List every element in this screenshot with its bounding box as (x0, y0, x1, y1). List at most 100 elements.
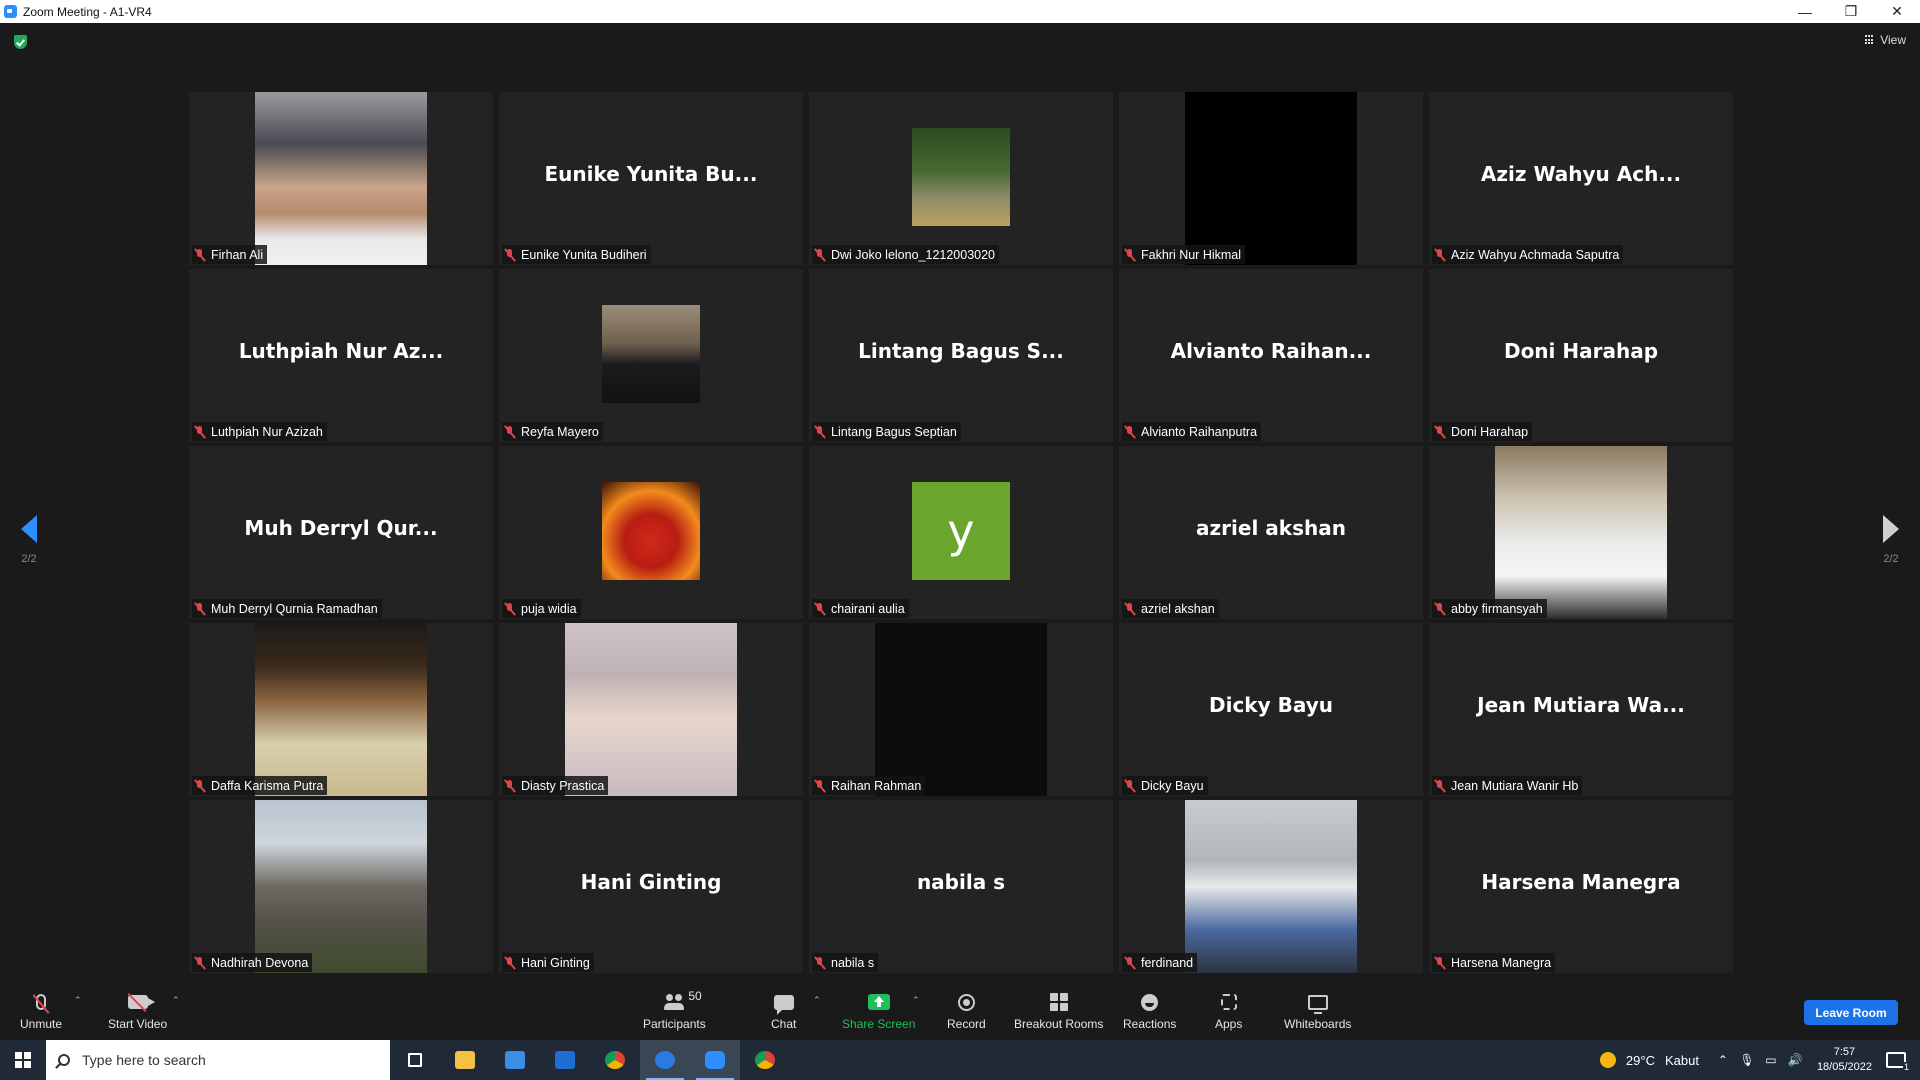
participant-tile[interactable]: Dwi Joko lelono_1212003020 (809, 92, 1113, 265)
participant-tile[interactable]: abby firmansyah (1429, 446, 1733, 619)
participant-name: Doni Harahap (1451, 424, 1529, 439)
apps-button[interactable]: Apps (1215, 991, 1242, 1031)
participant-tile[interactable]: Reyfa Mayero (499, 269, 803, 442)
participant-name: Lintang Bagus Septian (831, 424, 957, 439)
participant-name: Jean Mutiara Wanir Hb (1451, 778, 1579, 793)
participant-tile[interactable]: Daffa Karisma Putra (189, 623, 493, 796)
participant-tile[interactable]: puja widia (499, 446, 803, 619)
chevron-up-icon[interactable]: ⌃ (172, 995, 180, 1005)
participant-tile[interactable]: Diasty Prastica (499, 623, 803, 796)
store-icon (505, 1051, 525, 1069)
task-view-button[interactable] (390, 1040, 440, 1080)
shield-icon[interactable] (14, 35, 27, 49)
arrow-right-icon (1883, 515, 1899, 543)
microphone-muted-icon (194, 425, 205, 439)
participant-name: Eunike Yunita Budiheri (521, 247, 647, 262)
microphone-icon[interactable]: 🎙 (1739, 1053, 1754, 1067)
participant-display-name: azriel akshan (1196, 516, 1346, 540)
task-view-icon (408, 1053, 422, 1067)
record-button[interactable]: Record (947, 991, 986, 1031)
participant-avatar-letter: y (912, 482, 1010, 580)
participant-video (1185, 92, 1357, 265)
weather-description[interactable]: Kabut (1665, 1053, 1699, 1068)
participants-button[interactable]: 50 Participants (643, 989, 706, 1031)
participant-tile[interactable]: Fakhri Nur Hikmal (1119, 92, 1423, 265)
minimize-button[interactable]: — (1782, 0, 1828, 23)
view-label: View (1880, 33, 1906, 47)
taskbar-file-explorer[interactable] (440, 1040, 490, 1080)
volume-icon[interactable]: 🔊 (1787, 1053, 1802, 1067)
participant-tile[interactable]: Luthpiah Nur Az... Luthpiah Nur Azizah (189, 269, 493, 442)
chat-button[interactable]: Chat (771, 991, 796, 1031)
participant-name: Nadhirah Devona (211, 955, 309, 970)
participant-display-name: Eunike Yunita Bu... (544, 162, 758, 186)
notification-icon[interactable]: 1 (1886, 1052, 1910, 1072)
participant-name: Aziz Wahyu Achmada Saputra (1451, 247, 1620, 262)
microphone-muted-icon (504, 779, 515, 793)
participant-tile[interactable]: azriel akshan azriel akshan (1119, 446, 1423, 619)
participant-name-label: Reyfa Mayero (502, 422, 603, 441)
participant-name: Hani Ginting (521, 955, 590, 970)
participant-tile[interactable]: ferdinand (1119, 800, 1423, 973)
window-title: Zoom Meeting - A1-VR4 (23, 4, 152, 19)
taskbar-zoom[interactable] (690, 1040, 740, 1080)
share-screen-button[interactable]: Share Screen (842, 991, 915, 1031)
breakout-rooms-label: Breakout Rooms (1014, 1017, 1104, 1031)
microphone-muted-icon (1434, 602, 1445, 616)
start-video-label: Start Video (108, 1017, 168, 1031)
taskbar-teamviewer[interactable] (640, 1040, 690, 1080)
close-button[interactable]: ✕ (1874, 0, 1920, 23)
leave-room-button[interactable]: Leave Room (1804, 1000, 1898, 1025)
reactions-button[interactable]: Reactions (1123, 991, 1176, 1031)
start-button[interactable] (0, 1040, 46, 1080)
restore-button[interactable]: ❐ (1828, 0, 1874, 23)
participant-name: Muh Derryl Qurnia Ramadhan (211, 601, 378, 616)
whiteboards-button[interactable]: Whiteboards (1284, 991, 1351, 1031)
participant-tile[interactable]: Eunike Yunita Bu... Eunike Yunita Budiher… (499, 92, 803, 265)
start-video-button[interactable]: Start Video (108, 991, 167, 1031)
unmute-button[interactable]: Unmute (20, 991, 62, 1031)
taskbar-chrome-profile[interactable] (740, 1040, 790, 1080)
taskbar-store[interactable] (490, 1040, 540, 1080)
participant-tile[interactable]: Lintang Bagus S... Lintang Bagus Septian (809, 269, 1113, 442)
participant-name: Daffa Karisma Putra (211, 778, 324, 793)
taskbar-search-box[interactable]: Type here to search (46, 1040, 390, 1080)
chevron-up-icon[interactable]: ⌃ (1717, 1053, 1729, 1067)
participant-tile[interactable]: y chairani aulia (809, 446, 1113, 619)
participant-tile[interactable]: Doni Harahap Doni Harahap (1429, 269, 1733, 442)
participant-name: Dwi Joko lelono_1212003020 (831, 247, 996, 262)
participant-tile[interactable]: Raihan Rahman (809, 623, 1113, 796)
participant-tile[interactable]: Muh Derryl Qur... Muh Derryl Qurnia Ramad… (189, 446, 493, 619)
participant-tile[interactable]: Harsena Manegra Harsena Manegra (1429, 800, 1733, 973)
taskbar-clock[interactable]: 7:57 18/05/2022 (1817, 1045, 1872, 1075)
previous-page-button[interactable]: 2/2 (9, 515, 49, 565)
participant-avatar (602, 482, 700, 580)
breakout-rooms-button[interactable]: Breakout Rooms (1014, 991, 1103, 1031)
participant-tile[interactable]: Aziz Wahyu Ach... Aziz Wahyu Achmada Sapu… (1429, 92, 1733, 265)
participant-tile[interactable]: Hani Ginting Hani Ginting (499, 800, 803, 973)
participant-tile[interactable]: Nadhirah Devona (189, 800, 493, 973)
weather-temperature[interactable]: 29°C (1626, 1053, 1655, 1068)
participant-tile[interactable]: nabila s nabila s (809, 800, 1113, 973)
system-tray: 29°C Kabut ⌃ 🎙 ▭ 🔊 7:57 18/05/2022 1 (1599, 1040, 1920, 1080)
participants-label: Participants (643, 1017, 706, 1031)
clock-time: 7:57 (1833, 1046, 1856, 1058)
network-icon[interactable]: ▭ (1765, 1053, 1777, 1067)
participant-tile[interactable]: Alvianto Raihan... Alvianto Raihanputra (1119, 269, 1423, 442)
participant-tile[interactable]: Firhan Ali (189, 92, 493, 265)
participant-name: Reyfa Mayero (521, 424, 599, 439)
participant-video (255, 92, 427, 265)
participant-name-label: abby firmansyah (1432, 599, 1547, 618)
chevron-up-icon[interactable]: ⌃ (74, 995, 82, 1005)
participant-tile[interactable]: Jean Mutiara Wa... Jean Mutiara Wanir Hb (1429, 623, 1733, 796)
chevron-up-icon[interactable]: ⌃ (813, 995, 821, 1005)
chevron-up-icon[interactable]: ⌃ (912, 995, 920, 1005)
taskbar-mail[interactable] (540, 1040, 590, 1080)
view-button[interactable]: View (1865, 33, 1906, 47)
participant-name-label: Daffa Karisma Putra (192, 776, 328, 795)
zoom-icon (705, 1051, 725, 1069)
taskbar-chrome[interactable] (590, 1040, 640, 1080)
participant-tile[interactable]: Dicky Bayu Dicky Bayu (1119, 623, 1423, 796)
next-page-button[interactable]: 2/2 (1871, 515, 1911, 565)
weather-icon[interactable] (1599, 1052, 1616, 1068)
